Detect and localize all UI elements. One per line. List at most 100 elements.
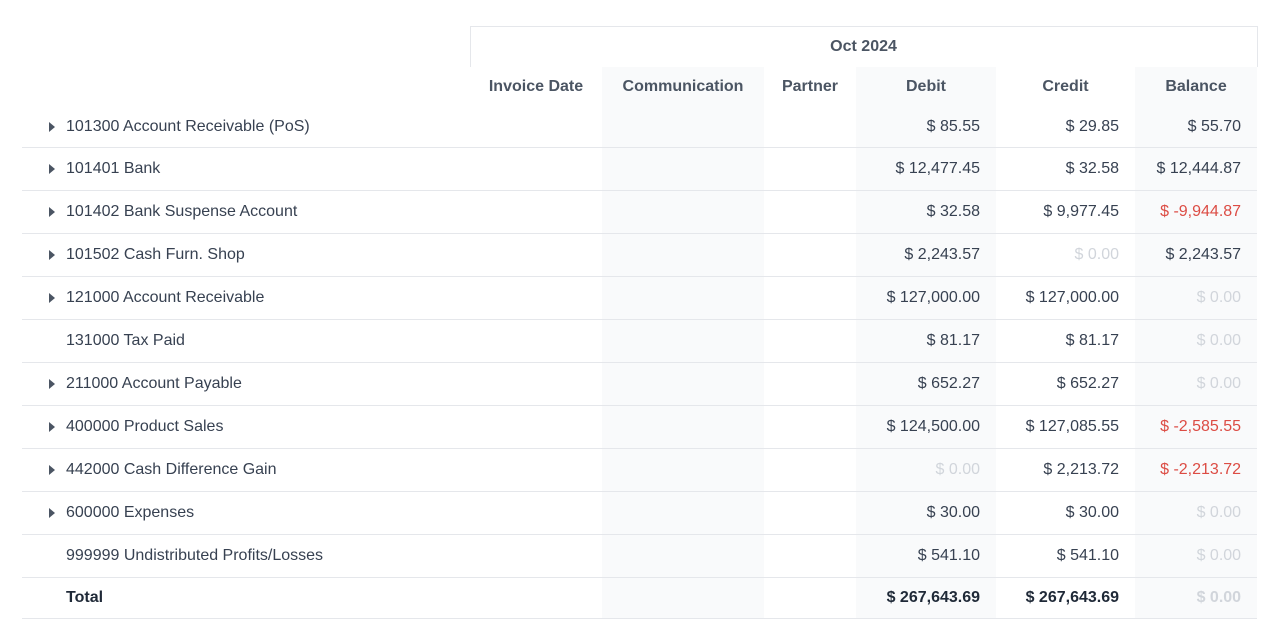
caret-right-icon[interactable] [49,293,55,303]
invoice-date-cell [470,405,602,449]
account-name: 400000 Product Sales [66,418,224,435]
caret-right-icon[interactable] [49,250,55,260]
communication-cell [602,448,764,492]
partner-cell [764,491,856,535]
balance-cell: $ 2,243.57 [1135,233,1258,277]
account-name: 101402 Bank Suspense Account [66,203,298,220]
account-name: 999999 Undistributed Profits/Losses [66,547,324,564]
debit-cell: $ 30.00 [856,491,996,535]
partner-cell [764,362,856,406]
communication-cell [602,405,764,449]
communication-cell [602,147,764,191]
ledger-row[interactable]: 400000 Product Sales $ 124,500.00 $ 127,08… [22,405,1258,449]
ledger-row[interactable]: 442000 Cash Difference Gain $ 0.00 $ 2,213… [22,448,1258,492]
account-cell[interactable]: 101401 Bank [22,147,470,191]
total-credit-cell: $ 267,643.69 [996,577,1135,619]
debit-cell: $ 32.58 [856,190,996,234]
debit-cell: $ 127,000.00 [856,276,996,320]
ledger-row[interactable]: 101502 Cash Furn. Shop $ 2,243.57 $ 0.00 $ … [22,233,1258,277]
account-cell[interactable]: 400000 Product Sales [22,405,470,449]
invoice-date-cell [470,107,602,148]
balance-cell: $ 12,444.87 [1135,147,1258,191]
invoice-date-cell [470,448,602,492]
credit-cell: $ 541.10 [996,534,1135,578]
caret-right-icon[interactable] [49,508,55,518]
partner-cell [764,107,856,148]
account-name: 101300 Account Receivable (PoS) [66,118,310,135]
account-name: 442000 Cash Difference Gain [66,461,277,478]
ledger-row[interactable]: 211000 Account Payable $ 652.27 $ 652.27 $ … [22,362,1258,406]
debit-cell: $ 12,477.45 [856,147,996,191]
credit-cell: $ 127,085.55 [996,405,1135,449]
caret-right-icon[interactable] [49,422,55,432]
account-cell[interactable]: 442000 Cash Difference Gain [22,448,470,492]
communication-cell [602,107,764,148]
total-label-cell: Total [22,577,470,619]
balance-cell: $ 0.00 [1135,491,1258,535]
ledger-row[interactable]: 121000 Account Receivable $ 127,000.00 $ 1… [22,276,1258,320]
partner-cell [764,276,856,320]
account-name: 600000 Expenses [66,504,195,521]
ledger-row[interactable]: 600000 Expenses $ 30.00 $ 30.00 $ 0.00 [22,491,1258,535]
invoice-date-cell [470,491,602,535]
account-cell[interactable]: 101402 Bank Suspense Account [22,190,470,234]
debit-cell: $ 652.27 [856,362,996,406]
communication-header[interactable]: Communication [602,67,764,107]
account-name: 131000 Tax Paid [66,332,185,349]
communication-cell [602,362,764,406]
debit-cell: $ 81.17 [856,319,996,363]
credit-cell: $ 127,000.00 [996,276,1135,320]
partner-header[interactable]: Partner [764,67,856,107]
credit-cell: $ 0.00 [996,233,1135,277]
ledger-row[interactable]: 101402 Bank Suspense Account $ 32.58 $ 9,9… [22,190,1258,234]
debit-header[interactable]: Debit [856,67,996,107]
balance-cell: $ -9,944.87 [1135,190,1258,234]
caret-right-icon[interactable] [49,207,55,217]
period-header[interactable]: Oct 2024 [469,26,1258,67]
debit-cell: $ 2,243.57 [856,233,996,277]
partner-cell [764,190,856,234]
credit-cell: $ 32.58 [996,147,1135,191]
balance-header[interactable]: Balance [1135,67,1258,107]
total-debit-cell: $ 267,643.69 [856,577,996,619]
ledger-row[interactable]: 101300 Account Receivable (PoS) $ 85.55 $ … [22,107,1258,148]
balance-cell: $ 0.00 [1135,319,1258,363]
credit-header[interactable]: Credit [996,67,1135,107]
communication-cell [602,276,764,320]
credit-cell: $ 2,213.72 [996,448,1135,492]
account-cell[interactable]: 121000 Account Receivable [22,276,470,320]
total-balance-cell: $ 0.00 [1135,577,1258,619]
credit-cell: $ 81.17 [996,319,1135,363]
account-cell[interactable]: 101300 Account Receivable (PoS) [22,107,470,148]
credit-cell: $ 29.85 [996,107,1135,148]
account-cell[interactable]: 211000 Account Payable [22,362,470,406]
partner-cell [764,233,856,277]
caret-right-icon[interactable] [49,164,55,174]
account-name: 121000 Account Receivable [66,289,265,306]
balance-cell: $ -2,585.55 [1135,405,1258,449]
caret-right-icon[interactable] [49,379,55,389]
account-cell[interactable]: 101502 Cash Furn. Shop [22,233,470,277]
balance-cell: $ 0.00 [1135,276,1258,320]
balance-cell: $ 55.70 [1135,107,1258,148]
balance-cell: $ 0.00 [1135,534,1258,578]
account-cell[interactable]: 600000 Expenses [22,491,470,535]
ledger-row[interactable]: 101401 Bank $ 12,477.45 $ 32.58 $ 12,444.87 [22,147,1258,191]
invoice-date-cell [470,147,602,191]
total-label: Total [66,589,104,606]
account-name: 101502 Cash Furn. Shop [66,246,245,263]
total-row: Total $ 267,643.69 $ 267,643.69 $ 0.00 [22,577,1258,619]
caret-right-icon[interactable] [49,122,55,132]
credit-cell: $ 30.00 [996,491,1135,535]
invoice-date-cell [470,534,602,578]
invoice-date-header[interactable]: Invoice Date [470,67,602,107]
total-communication-cell [602,577,764,619]
balance-cell: $ -2,213.72 [1135,448,1258,492]
partner-cell [764,405,856,449]
communication-cell [602,319,764,363]
communication-cell [602,190,764,234]
invoice-date-cell [470,233,602,277]
general-ledger-table: Oct 2024 Invoice Date Communication Part… [22,26,1258,619]
caret-right-icon[interactable] [49,465,55,475]
invoice-date-cell [470,319,602,363]
